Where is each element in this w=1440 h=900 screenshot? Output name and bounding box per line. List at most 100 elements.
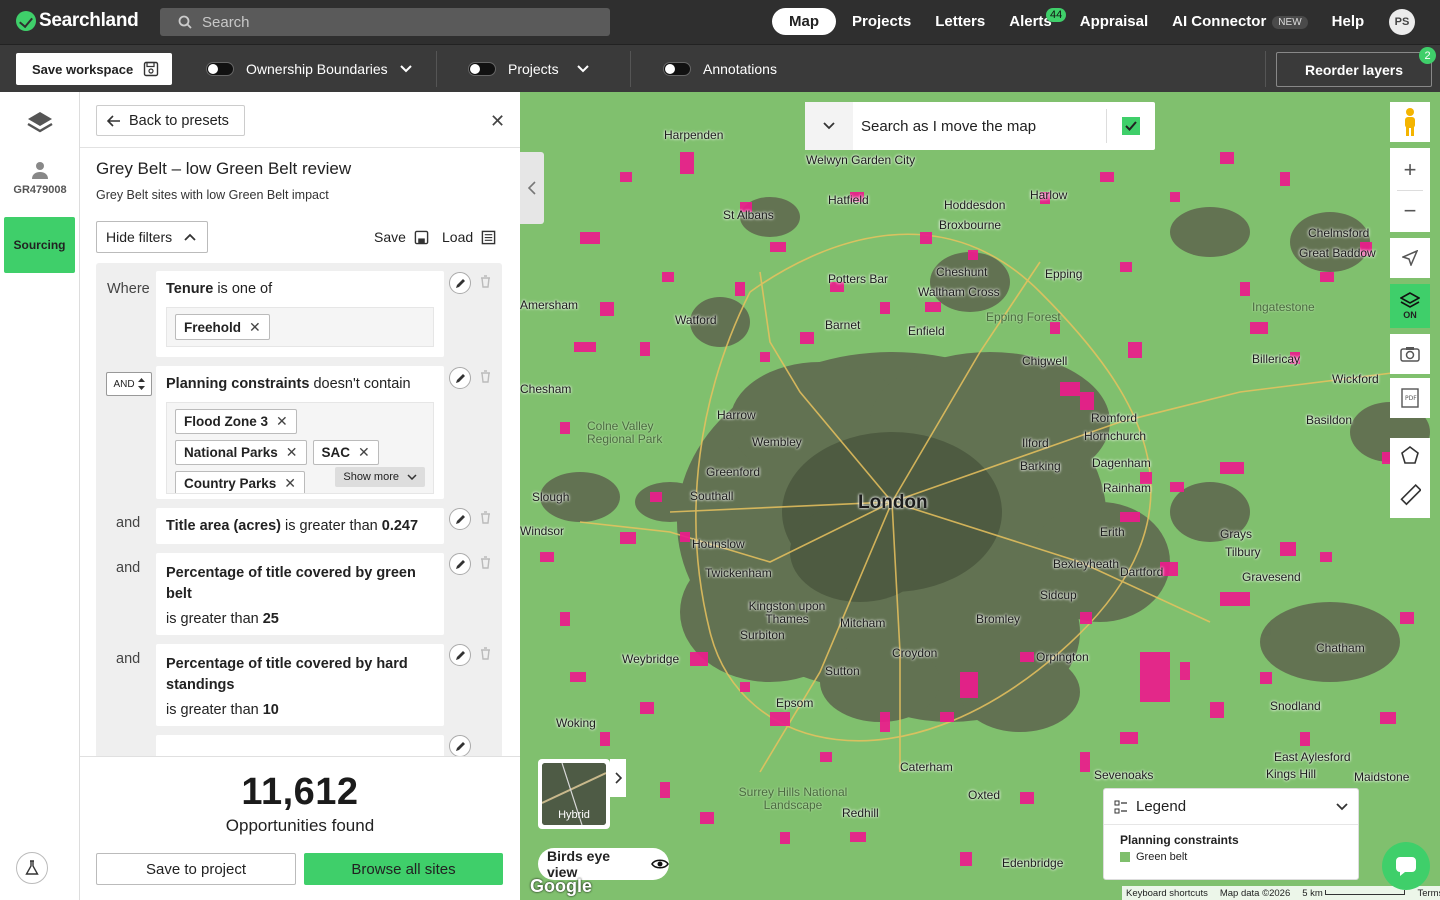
pencil-icon[interactable] [449, 644, 471, 666]
pencil-icon[interactable] [449, 735, 471, 757]
search-as-move-checkbox[interactable] [1107, 117, 1155, 135]
chip-flood-zone-3[interactable]: Flood Zone 3 ✕ [175, 409, 297, 434]
pencil-icon[interactable] [449, 553, 471, 575]
filter-conjunction: Where [107, 281, 150, 297]
reorder-layers-button[interactable]: Reorder layers 2 [1276, 47, 1436, 87]
trash-icon[interactable] [480, 647, 491, 660]
chevron-down-icon[interactable] [805, 102, 853, 150]
zoom-out-icon[interactable]: − [1404, 191, 1417, 231]
toggle-switch[interactable] [663, 62, 691, 76]
nav-appraisal[interactable]: Appraisal [1080, 13, 1148, 30]
trash-icon[interactable] [480, 275, 491, 288]
projects-toggle[interactable]: Projects [468, 61, 589, 77]
hybrid-label: Hybrid [558, 809, 590, 821]
polygon-draw-icon[interactable] [1400, 445, 1420, 470]
map-place-label: Caterham [900, 760, 953, 774]
annotations-toggle[interactable]: Annotations [663, 61, 777, 77]
load-filter-button[interactable]: Load [442, 229, 496, 245]
remove-chip-icon[interactable]: ✕ [358, 444, 370, 461]
sourcing-tab[interactable]: Sourcing [4, 217, 75, 273]
nav-ai-connector[interactable]: AI Connector NEW [1172, 13, 1308, 30]
map-view[interactable]: Harpenden Welwyn Garden City Hatfield Ha… [520, 92, 1440, 900]
chevron-down-icon[interactable] [576, 65, 589, 73]
map-place-label: Chelmsford [1308, 226, 1370, 240]
close-icon[interactable]: ✕ [490, 111, 505, 132]
browse-all-sites-button[interactable]: Browse all sites [304, 853, 503, 885]
chip-sac[interactable]: SAC ✕ [312, 440, 379, 465]
nav-help[interactable]: Help [1332, 13, 1365, 30]
filter-value: 25 [262, 611, 279, 627]
map-place-label: Hatfield [828, 193, 869, 207]
layers-icon[interactable] [26, 110, 54, 141]
remove-chip-icon[interactable]: ✕ [286, 444, 298, 461]
main-nav: Map Projects Letters Alerts Appraisal AI… [772, 8, 1388, 35]
map-place-label: Tilbury [1225, 545, 1261, 559]
floppy-disk-icon [414, 230, 429, 245]
filter-card-green-belt[interactable]: Percentage of title covered by green bel… [156, 553, 444, 635]
remove-chip-icon[interactable]: ✕ [284, 475, 296, 492]
nav-map[interactable]: Map [772, 8, 836, 35]
ruler-icon[interactable] [1399, 483, 1422, 511]
save-filter-button[interactable]: Save [374, 229, 429, 245]
camera-icon[interactable] [1390, 334, 1430, 374]
save-to-project-button[interactable]: Save to project [96, 853, 296, 885]
user-avatar[interactable]: PS [1389, 9, 1415, 35]
locate-me-icon[interactable] [1390, 238, 1430, 278]
chevron-right-icon[interactable] [610, 759, 626, 797]
terms-link[interactable]: Terms [1417, 888, 1440, 899]
filter-card-title-area[interactable]: Title area (acres) is greater than 0.247 [156, 508, 444, 544]
remove-chip-icon[interactable]: ✕ [249, 319, 261, 336]
chip-freehold[interactable]: Freehold ✕ [175, 314, 270, 340]
search-icon [178, 15, 192, 29]
trash-icon[interactable] [480, 370, 491, 383]
scale-label: 5 km [1302, 887, 1323, 899]
trash-icon[interactable] [480, 556, 491, 569]
back-to-presets-button[interactable]: Back to presets [96, 105, 245, 136]
filter-field: Percentage of title covered by hard stan… [166, 656, 408, 693]
chevron-down-icon[interactable] [1336, 802, 1348, 811]
remove-chip-icon[interactable]: ✕ [276, 413, 288, 430]
zoom-in-icon[interactable]: + [1404, 150, 1417, 190]
map-place-label: Romford [1091, 411, 1138, 425]
map-place-label: Harlow [1030, 188, 1068, 202]
filter-card-partial[interactable] [156, 735, 444, 758]
pdf-export-icon[interactable]: PDF [1390, 378, 1430, 418]
search-as-move-label: Search as I move the map [861, 117, 1037, 135]
collapse-panel-button[interactable] [520, 152, 544, 224]
chevron-down-icon[interactable] [399, 65, 412, 73]
filter-field: Planning constraints [166, 376, 310, 392]
chip-national-parks[interactable]: National Parks ✕ [175, 440, 307, 465]
hybrid-thumbnail: Hybrid [542, 763, 606, 825]
chip-country-parks[interactable]: Country Parks ✕ [175, 471, 306, 493]
pencil-icon[interactable] [449, 272, 471, 294]
filter-card-tenure[interactable]: Tenure is one of Freehold ✕ [156, 271, 444, 357]
layers-toggle-button[interactable]: ON [1390, 284, 1430, 328]
scale-bar[interactable]: 5 km [1302, 887, 1406, 899]
trash-icon[interactable] [480, 511, 491, 524]
nav-projects[interactable]: Projects [852, 13, 911, 30]
ownership-boundaries-toggle[interactable]: Ownership Boundaries [206, 61, 412, 77]
pencil-icon[interactable] [449, 367, 471, 389]
conjunction-select[interactable]: AND [106, 372, 152, 396]
top-bar: Searchland Search Map Projects Letters A… [0, 0, 1440, 44]
chat-support-icon[interactable] [1382, 842, 1430, 890]
map-type-toggle[interactable]: Hybrid [538, 759, 610, 829]
results-footer: 11,612 Opportunities found Save to proje… [80, 756, 520, 900]
save-workspace-button[interactable]: Save workspace [16, 53, 172, 85]
nav-letters[interactable]: Letters [935, 13, 985, 30]
toggle-switch[interactable] [468, 62, 496, 76]
pencil-icon[interactable] [449, 508, 471, 530]
filter-card-hard-standings[interactable]: Percentage of title covered by hard stan… [156, 644, 444, 726]
search-input[interactable]: Search [160, 8, 610, 36]
searchland-logo[interactable]: Searchland [16, 10, 139, 32]
map-place-label: Wembley [752, 435, 802, 449]
toggle-switch[interactable] [206, 62, 234, 76]
flask-icon[interactable] [16, 852, 48, 884]
street-view-pegman-icon[interactable] [1390, 102, 1430, 142]
filter-card-planning-constraints[interactable]: Planning constraints doesn't contain Flo… [156, 366, 444, 499]
legend-header[interactable]: Legend [1104, 789, 1358, 825]
hide-filters-button[interactable]: Hide filters [96, 221, 208, 253]
keyboard-shortcuts-link[interactable]: Keyboard shortcuts [1126, 888, 1208, 899]
show-more-button[interactable]: Show more [335, 467, 425, 487]
user-profile[interactable]: GR479008 [0, 160, 80, 196]
